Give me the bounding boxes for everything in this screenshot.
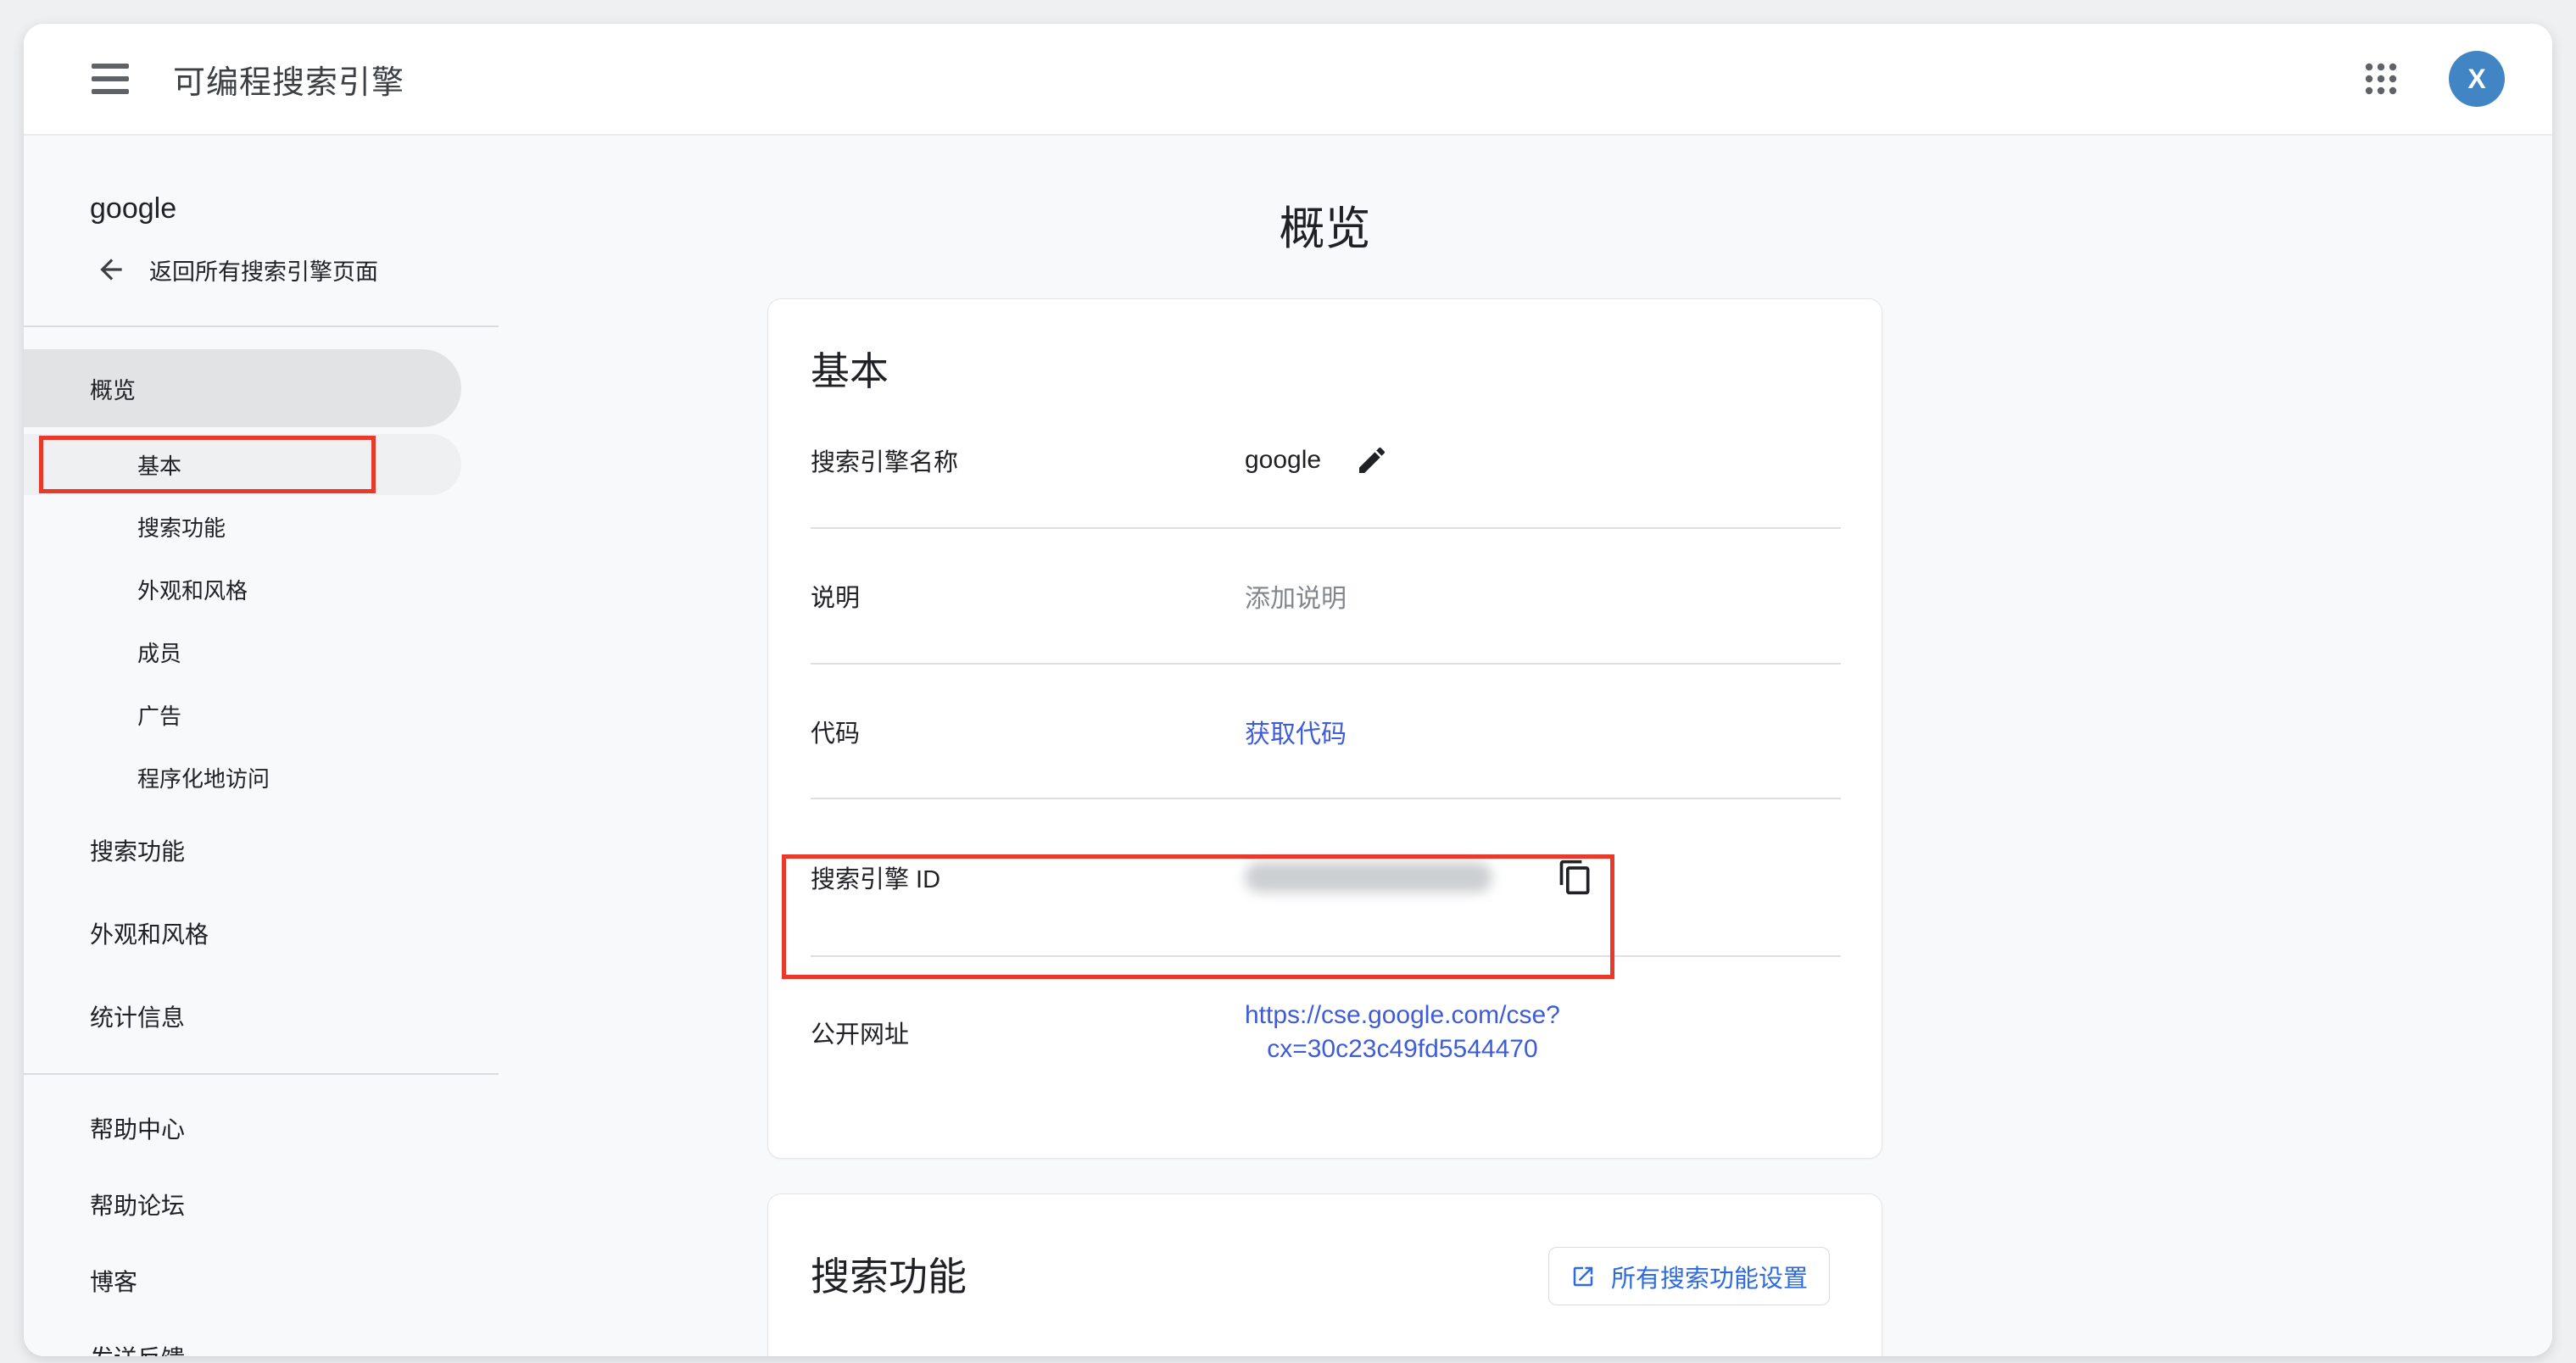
sidebar-item-basics[interactable]: 基本 <box>24 434 461 495</box>
sidebar-item-search-features[interactable]: 搜索功能 <box>24 809 499 892</box>
row-code: 代码 获取代码 <box>768 665 1882 798</box>
row-label: 搜索引擎名称 <box>811 442 1245 478</box>
basic-card-title: 基本 <box>768 299 1882 392</box>
row-engine-name: 搜索引擎名称 google <box>768 392 1882 527</box>
menu-icon[interactable] <box>92 64 129 94</box>
row-description: 说明 添加说明 <box>768 529 1882 663</box>
top-app-bar: 可编程搜索引擎 X <box>24 24 2552 136</box>
sidebar-item-look-and-feel[interactable]: 外观和风格 <box>24 892 499 975</box>
sidebar-item-overview[interactable]: 概览 <box>24 349 461 427</box>
sidebar-item-look-and-feel-sub[interactable]: 外观和风格 <box>24 558 461 620</box>
sidebar-item-search-features-sub[interactable]: 搜索功能 <box>24 495 461 558</box>
row-public-url: 公开网址 https://cse.google.com/cse? cx=30c2… <box>768 957 1882 1107</box>
sidebar-item-members[interactable]: 成员 <box>24 620 461 683</box>
page-title: 概览 <box>767 136 1882 256</box>
sidebar-item-help-forum[interactable]: 帮助论坛 <box>24 1166 499 1243</box>
sidebar-nav: 概览 基本 搜索功能 外观和风格 成员 广告 <box>24 327 499 1058</box>
sidebar-help-group: 帮助中心 帮助论坛 博客 发送反馈 <box>24 1075 499 1356</box>
row-label: 代码 <box>811 714 1245 749</box>
search-features-card: 搜索功能 所有搜索功能设置 <box>767 1193 1882 1356</box>
copy-icon <box>1557 859 1594 896</box>
sidebar-item-blog[interactable]: 博客 <box>24 1243 499 1319</box>
sidebar-item-programmatic-access[interactable]: 程序化地访问 <box>24 746 461 809</box>
sidebar-item-ads[interactable]: 广告 <box>24 683 461 746</box>
engine-name: google <box>90 185 499 232</box>
sidebar-item-send-feedback[interactable]: 发送反馈 <box>24 1319 499 1356</box>
description-placeholder[interactable]: 添加说明 <box>1245 577 1347 615</box>
row-label: 搜索引擎 ID <box>811 860 1245 895</box>
get-code-link[interactable]: 获取代码 <box>1245 713 1347 750</box>
row-label: 说明 <box>811 578 1245 614</box>
copy-engine-id-button[interactable] <box>1557 859 1594 896</box>
avatar[interactable]: X <box>2449 51 2505 107</box>
engine-id-redacted-value <box>1245 862 1492 893</box>
button-label: 所有搜索功能设置 <box>1611 1259 1808 1294</box>
app-title: 可编程搜索引擎 <box>173 56 404 103</box>
app-window: 可编程搜索引擎 X google 返回所有搜索引擎页面 <box>24 24 2552 1356</box>
sidebar: google 返回所有搜索引擎页面 概览 基本 搜索功能 <box>24 136 499 1356</box>
sidebar-item-statistics[interactable]: 统计信息 <box>24 975 499 1058</box>
edit-engine-name-button[interactable] <box>1355 443 1389 477</box>
open-in-new-icon <box>1570 1264 1596 1289</box>
row-engine-id: 搜索引擎 ID <box>768 799 1882 955</box>
annotation-red-box-basics <box>39 436 376 493</box>
engine-name-value: google <box>1245 446 1321 475</box>
main-panel: 概览 基本 搜索引擎名称 google <box>499 136 2552 1356</box>
content-area: google 返回所有搜索引擎页面 概览 基本 搜索功能 <box>24 136 2552 1356</box>
back-arrow-icon <box>95 253 127 286</box>
apps-grid-icon[interactable] <box>2361 58 2401 99</box>
back-to-all-engines-link[interactable]: 返回所有搜索引擎页面 <box>95 242 499 297</box>
all-search-features-settings-button[interactable]: 所有搜索功能设置 <box>1548 1247 1830 1305</box>
sidebar-item-help-center[interactable]: 帮助中心 <box>24 1090 499 1166</box>
back-label: 返回所有搜索引擎页面 <box>149 253 378 287</box>
pencil-icon <box>1355 443 1389 477</box>
public-url-link[interactable]: https://cse.google.com/cse? cx=30c23c49f… <box>1245 999 1560 1066</box>
basic-card: 基本 搜索引擎名称 google 说明 添加说明 <box>767 298 1882 1159</box>
row-label: 公开网址 <box>811 1015 1245 1050</box>
